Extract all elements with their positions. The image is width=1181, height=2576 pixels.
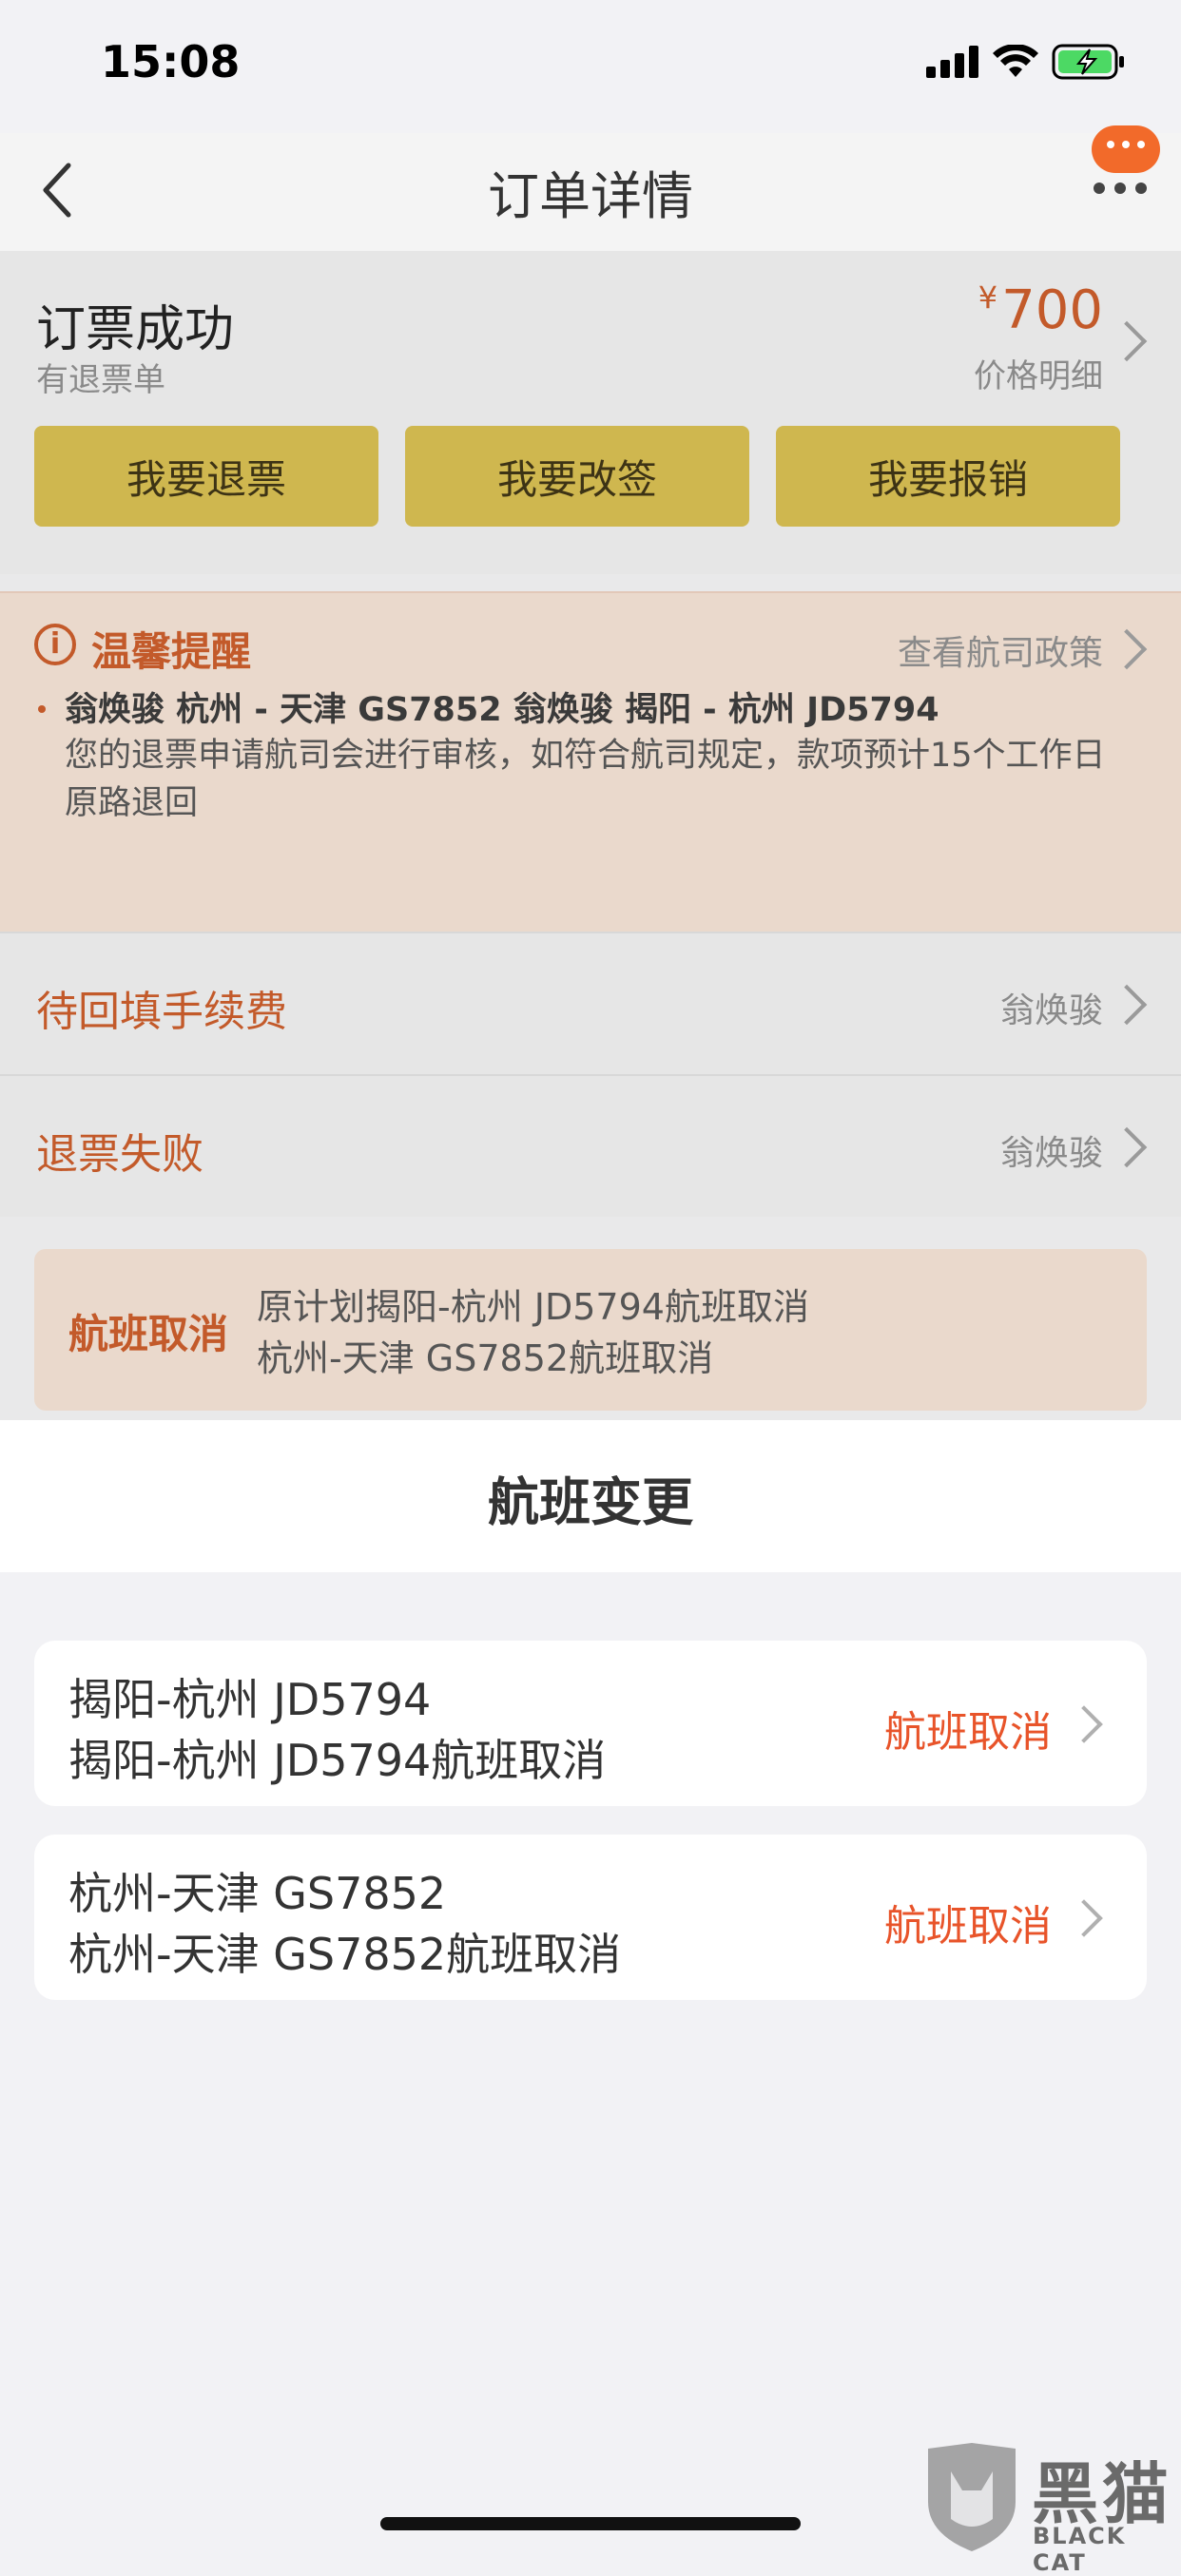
price-value: 700 bbox=[1001, 279, 1103, 341]
flight-route: 杭州-天津 GS7852 bbox=[68, 1868, 447, 1919]
page-title: 订单详情 bbox=[488, 166, 693, 226]
flight-status: 航班取消 bbox=[884, 1708, 1052, 1757]
row-passenger: 翁焕骏 bbox=[999, 1134, 1103, 1173]
cancel-line-2: 杭州-天津 GS7852航班取消 bbox=[257, 1337, 714, 1379]
flight-change-desc: 揭阳-杭州 JD5794航班取消 bbox=[68, 1735, 607, 1786]
order-status: 订票成功 bbox=[36, 301, 235, 358]
row-label: 退票失败 bbox=[36, 1130, 203, 1179]
flight-status: 航班取消 bbox=[884, 1902, 1052, 1951]
battery-charging-icon bbox=[1052, 44, 1124, 80]
sheet-title: 航班变更 bbox=[488, 1472, 693, 1532]
order-price[interactable]: ¥700 bbox=[978, 279, 1103, 341]
status-time: 15:08 bbox=[101, 36, 241, 87]
more-icon[interactable] bbox=[1094, 183, 1147, 196]
blackcat-logo-icon bbox=[928, 2443, 1016, 2551]
airline-policy-link[interactable]: 查看航司政策 bbox=[898, 625, 1103, 675]
list-item-refund-failed[interactable]: 退票失败 翁焕骏 bbox=[0, 1074, 1181, 1217]
chevron-right-icon bbox=[1106, 984, 1148, 1026]
wifi-icon bbox=[993, 45, 1038, 77]
signal-icon bbox=[926, 46, 978, 78]
currency-symbol: ¥ bbox=[978, 279, 998, 316]
notice-text: 您的退票申请航司会进行审核，如符合航司规定，款项预计15个工作日原路退回 bbox=[65, 737, 1106, 822]
row-label: 待回填手续费 bbox=[36, 988, 287, 1036]
cancel-line-1: 原计划揭阳-杭州 JD5794航班取消 bbox=[257, 1286, 809, 1328]
flight-route: 揭阳-杭州 JD5794 bbox=[68, 1674, 432, 1725]
watermark-sub: BLACK CAT bbox=[1033, 2523, 1127, 2576]
info-icon: i bbox=[34, 624, 76, 665]
list-item-fee[interactable]: 待回填手续费 翁焕骏 bbox=[0, 932, 1181, 1074]
flight-change-desc: 杭州-天津 GS7852航班取消 bbox=[68, 1929, 622, 1980]
notification-badge[interactable] bbox=[1092, 125, 1160, 173]
notice-title: 温馨提醒 bbox=[91, 628, 252, 675]
reimbursement-button[interactable]: 我要报销 bbox=[776, 426, 1120, 527]
refund-button[interactable]: 我要退票 bbox=[34, 426, 378, 527]
order-content: 订票成功 有退票单 ¥700 价格明细 我要退票 我要改签 我要报销 i 温馨提… bbox=[0, 251, 1181, 1420]
price-detail-link[interactable]: 价格明细 bbox=[974, 350, 1103, 396]
bullet-dot bbox=[38, 705, 46, 713]
chevron-right-icon bbox=[1106, 1126, 1148, 1168]
notice-route: 翁焕骏 杭州 - 天津 GS7852 翁焕骏 揭阳 - 杭州 JD5794 bbox=[65, 691, 939, 729]
change-ticket-button[interactable]: 我要改签 bbox=[405, 426, 749, 527]
status-icons bbox=[926, 44, 1126, 80]
home-indicator bbox=[380, 2517, 801, 2530]
order-sub-status: 有退票单 bbox=[36, 361, 165, 399]
row-passenger: 翁焕骏 bbox=[999, 991, 1103, 1030]
cancel-tag: 航班取消 bbox=[68, 1311, 229, 1357]
